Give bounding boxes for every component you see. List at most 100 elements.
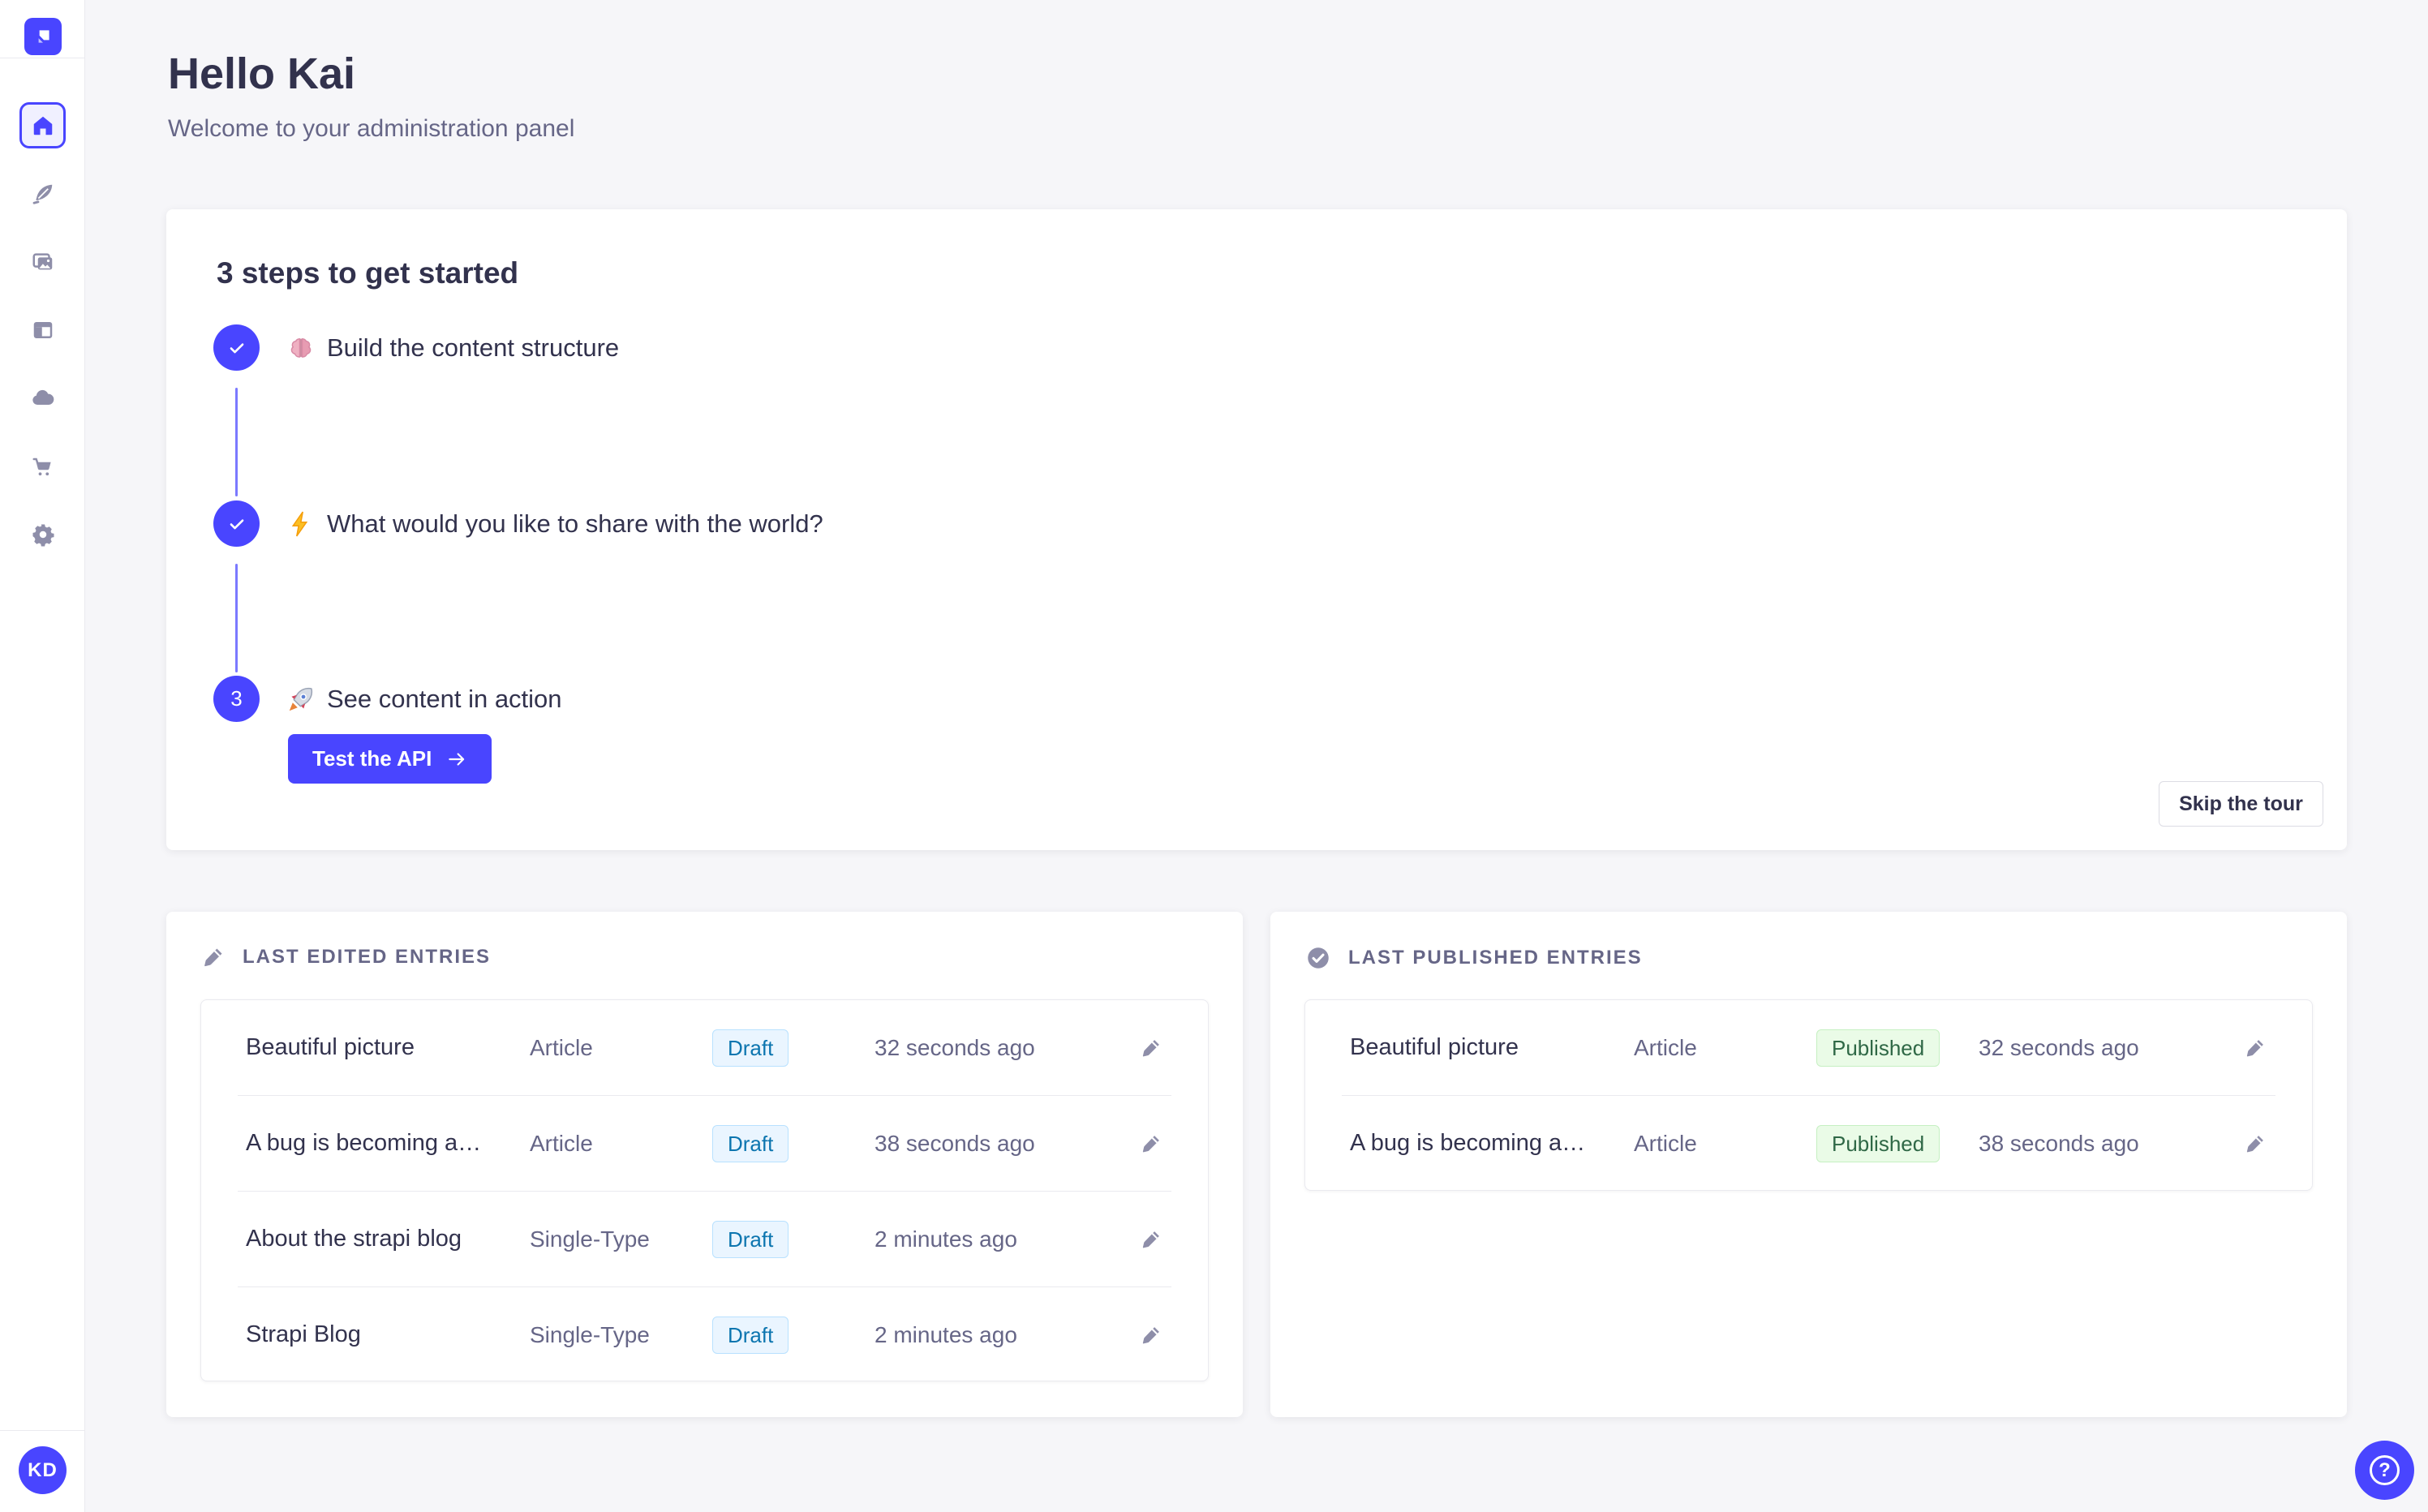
edit-entry-button[interactable] <box>2243 1132 2267 1156</box>
last-published-title: LAST PUBLISHED ENTRIES <box>1348 947 1643 969</box>
last-edited-title: LAST EDITED ENTRIES <box>243 946 492 968</box>
avatar-initials: KD <box>28 1458 58 1481</box>
images-icon <box>32 252 52 269</box>
status-badge: Published <box>1816 1029 1940 1067</box>
step-3-indicator: 3 <box>213 676 260 722</box>
sidebar-item-media-library[interactable] <box>19 238 66 285</box>
step-3-label: See content in action <box>327 684 562 713</box>
step-connector <box>235 564 238 672</box>
edit-entry-button[interactable] <box>1139 1036 1163 1060</box>
step-1-indicator <box>213 324 260 371</box>
page-title: Hello Kai <box>168 49 356 98</box>
main-content: Hello Kai Welcome to your administration… <box>85 0 2428 1512</box>
entry-time: 32 seconds ago <box>1979 1034 2139 1060</box>
pencil-icon <box>204 948 222 967</box>
last-edited-card: LAST EDITED ENTRIES Beautiful picture Ar… <box>166 912 1243 1417</box>
step-1: Build the content structure <box>286 324 619 371</box>
entry-type: Article <box>1634 1130 1697 1156</box>
sidebar-item-marketplace[interactable] <box>19 444 66 490</box>
edit-entry-button[interactable] <box>2243 1036 2267 1060</box>
entry-title: Strapi Blog <box>246 1321 361 1347</box>
entry-time: 2 minutes ago <box>875 1226 1017 1252</box>
last-published-table: Beautiful picture Article Published 32 s… <box>1304 999 2313 1191</box>
entry-type: Single-Type <box>530 1321 650 1347</box>
entry-time: 2 minutes ago <box>875 1321 1017 1347</box>
gear-icon <box>32 524 54 546</box>
sidebar-divider <box>0 1430 84 1431</box>
pencil-icon <box>1142 1326 1159 1343</box>
status-badge: Draft <box>712 1316 789 1354</box>
pencil-icon <box>2246 1135 2263 1152</box>
onboarding-title: 3 steps to get started <box>217 256 519 290</box>
strapi-logo-icon <box>38 30 49 43</box>
sidebar-item-home[interactable] <box>19 102 66 148</box>
zap-emoji-icon <box>291 511 308 536</box>
sidebar: KD <box>0 0 85 1512</box>
table-row: Beautiful picture Article Published 32 s… <box>1305 1000 2312 1095</box>
help-button[interactable]: ? <box>2355 1441 2414 1500</box>
feather-icon <box>32 184 52 204</box>
entry-time: 38 seconds ago <box>1979 1130 2139 1156</box>
entry-type: Article <box>530 1130 593 1156</box>
pencil-icon <box>1142 1231 1159 1248</box>
table-row: Beautiful picture Article Draft 32 secon… <box>201 1000 1208 1095</box>
brain-emoji-icon <box>290 337 312 358</box>
step-connector <box>235 388 238 496</box>
sidebar-item-settings[interactable] <box>19 511 66 557</box>
entry-title: A bug is becoming a… <box>1350 1130 1586 1156</box>
skip-tour-button[interactable]: Skip the tour <box>2159 781 2323 827</box>
entry-title: Beautiful picture <box>246 1034 415 1060</box>
strapi-logo[interactable] <box>24 18 62 55</box>
entry-type: Single-Type <box>530 1226 650 1252</box>
sidebar-item-content-manager[interactable] <box>19 170 66 217</box>
entry-time: 32 seconds ago <box>875 1034 1035 1060</box>
step-1-label: Build the content structure <box>327 333 620 362</box>
test-api-button[interactable]: Test the API <box>288 734 492 784</box>
pencil-icon <box>1142 1135 1159 1152</box>
table-row: Strapi Blog Single-Type Draft 2 minutes … <box>201 1287 1208 1381</box>
last-published-card: LAST PUBLISHED ENTRIES Beautiful picture… <box>1270 912 2347 1417</box>
status-badge: Draft <box>712 1124 789 1162</box>
layout-icon <box>33 321 52 338</box>
entry-title: A bug is becoming a… <box>246 1130 482 1156</box>
cloud-icon <box>32 389 54 405</box>
pencil-icon <box>1142 1039 1159 1056</box>
last-edited-table: Beautiful picture Article Draft 32 secon… <box>200 999 1209 1381</box>
home-icon <box>33 116 52 135</box>
step-3-number: 3 <box>230 686 243 711</box>
check-icon <box>230 342 243 353</box>
last-edited-header: LAST EDITED ENTRIES <box>200 944 491 970</box>
check-icon <box>230 518 243 529</box>
step-2: What would you like to share with the wo… <box>286 500 823 547</box>
edit-entry-button[interactable] <box>1139 1132 1163 1156</box>
check-circle-icon <box>1308 947 1329 969</box>
step-2-label: What would you like to share with the wo… <box>327 509 823 538</box>
sidebar-item-content-type-builder[interactable] <box>19 307 66 353</box>
status-badge: Draft <box>712 1220 789 1258</box>
edit-entry-button[interactable] <box>1139 1323 1163 1347</box>
table-row: About the strapi blog Single-Type Draft … <box>201 1192 1208 1286</box>
step-2-indicator <box>213 500 260 547</box>
onboarding-card: 3 steps to get started Build the content… <box>166 209 2347 850</box>
sidebar-item-cloud[interactable] <box>19 375 66 421</box>
user-avatar[interactable]: KD <box>19 1446 67 1494</box>
pencil-icon <box>2246 1039 2263 1056</box>
edit-entry-button[interactable] <box>1139 1227 1163 1252</box>
entry-type: Article <box>530 1034 593 1060</box>
arrow-right-icon <box>449 752 465 766</box>
last-published-header: LAST PUBLISHED ENTRIES <box>1304 944 1643 972</box>
entry-time: 38 seconds ago <box>875 1130 1035 1156</box>
test-api-label: Test the API <box>312 746 432 771</box>
entry-title: About the strapi blog <box>246 1226 462 1252</box>
cart-icon <box>32 457 51 475</box>
question-mark-icon: ? <box>2370 1455 2400 1485</box>
entry-type: Article <box>1634 1034 1697 1060</box>
table-row: A bug is becoming a… Article Published 3… <box>1305 1096 2312 1190</box>
page-subtitle: Welcome to your administration panel <box>168 115 575 142</box>
entry-title: Beautiful picture <box>1350 1034 1519 1060</box>
rocket-emoji-icon <box>289 687 313 711</box>
status-badge: Draft <box>712 1029 789 1067</box>
table-row: A bug is becoming a… Article Draft 38 se… <box>201 1096 1208 1191</box>
step-3: See content in action <box>286 676 562 722</box>
status-badge: Published <box>1816 1124 1940 1162</box>
